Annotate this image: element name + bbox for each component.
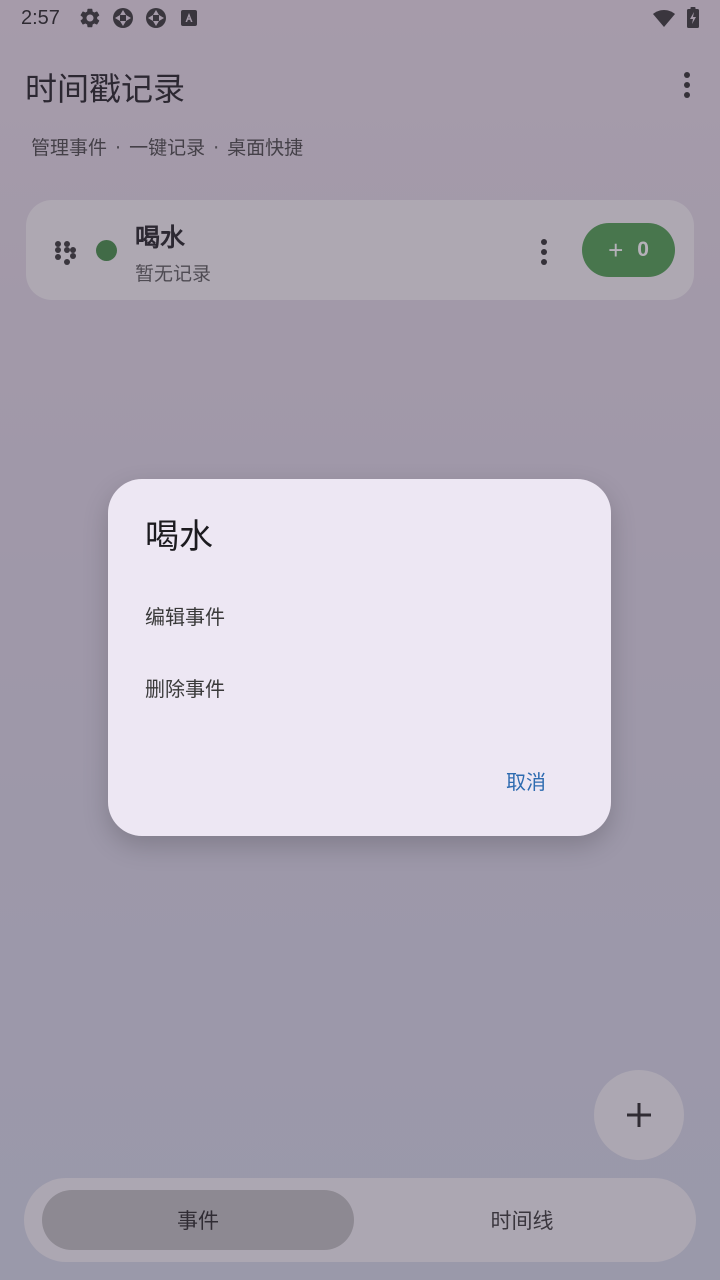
edit-event-item[interactable]: 编辑事件 xyxy=(145,601,225,630)
cancel-button[interactable]: 取消 xyxy=(506,766,546,795)
app-root: 2:57 时间戳记录 管理事件 · 一键记录 · 桌面快捷 喝水 暂无记录 + … xyxy=(0,0,720,1280)
event-options-dialog: 喝水 编辑事件 删除事件 取消 xyxy=(108,479,611,836)
dialog-title: 喝水 xyxy=(145,517,213,557)
delete-event-item[interactable]: 删除事件 xyxy=(145,673,225,702)
